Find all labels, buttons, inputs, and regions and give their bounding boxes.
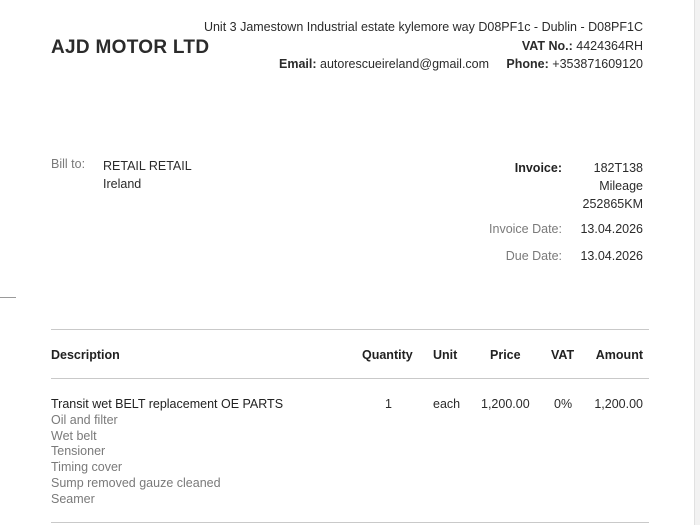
description-line: Timing cover <box>51 460 123 475</box>
invoice-label: Invoice: <box>514 161 562 175</box>
invoice-number-block: 182T138 Mileage 252865KM <box>583 159 643 213</box>
phone-label: Phone: <box>506 57 549 71</box>
bill-to-address: RETAIL RETAIL Ireland <box>103 157 192 193</box>
mileage-label: Mileage <box>599 179 643 193</box>
vat-line: VAT No.: 4424364RH <box>204 37 643 56</box>
vat-label: VAT No.: <box>521 38 573 53</box>
due-date-label: Due Date: <box>505 249 562 263</box>
vat-value: 4424364RH <box>576 38 643 53</box>
table-bottom-rule <box>51 522 649 523</box>
email-value[interactable]: autorescueireland@gmail.com <box>320 57 489 71</box>
invoice-number: 182T138 <box>593 161 643 175</box>
invoice-date: 13.04.2026 <box>580 222 643 236</box>
bill-to-label: Bill to: <box>51 157 86 171</box>
table-top-rule <box>51 329 649 330</box>
description-line: Transit wet BELT replacement OE PARTS <box>51 397 284 411</box>
header-unit: Unit <box>433 348 458 362</box>
bill-to-name: RETAIL RETAIL <box>103 159 192 173</box>
row-description: Transit wet BELT replacement OE PARTS Oi… <box>51 397 283 508</box>
header-price: Price <box>490 348 521 362</box>
row-price: 1,200.00 <box>481 397 530 411</box>
header-vat: VAT <box>551 348 575 362</box>
header-bottom-rule <box>51 378 649 379</box>
description-line: Sump removed gauze cleaned <box>51 475 221 490</box>
header-description: Description <box>51 348 120 362</box>
bill-to-country: Ireland <box>103 177 142 191</box>
description-line: Oil and filter <box>51 412 118 427</box>
company-details: Unit 3 Jamestown Industrial estate kylem… <box>204 18 643 74</box>
company-name: AJD MOTOR LTD <box>51 37 210 58</box>
phone-value[interactable]: +353871609120 <box>552 57 643 71</box>
invoice-date-label: Invoice Date: <box>489 222 562 236</box>
description-line: Tensioner <box>51 444 106 459</box>
description-line: Seamer <box>51 491 95 506</box>
header-quantity: Quantity <box>362 348 413 362</box>
company-address: Unit 3 Jamestown Industrial estate kylem… <box>203 20 643 34</box>
page-margin-mark <box>0 297 16 298</box>
header-amount: Amount <box>595 348 643 362</box>
row-quantity: 1 <box>385 397 392 411</box>
invoice-page: AJD MOTOR LTD Unit 3 Jamestown Industria… <box>0 0 695 525</box>
contact-line: Email: autorescueireland@gmail.com Phone… <box>204 55 643 74</box>
row-unit: each <box>433 397 461 411</box>
row-vat: 0% <box>554 397 573 411</box>
mileage-value: 252865KM <box>582 197 643 211</box>
due-date: 13.04.2026 <box>580 249 643 263</box>
email-label: Email: <box>279 57 317 71</box>
description-line: Wet belt <box>51 428 97 443</box>
row-amount: 1,200.00 <box>594 397 643 411</box>
